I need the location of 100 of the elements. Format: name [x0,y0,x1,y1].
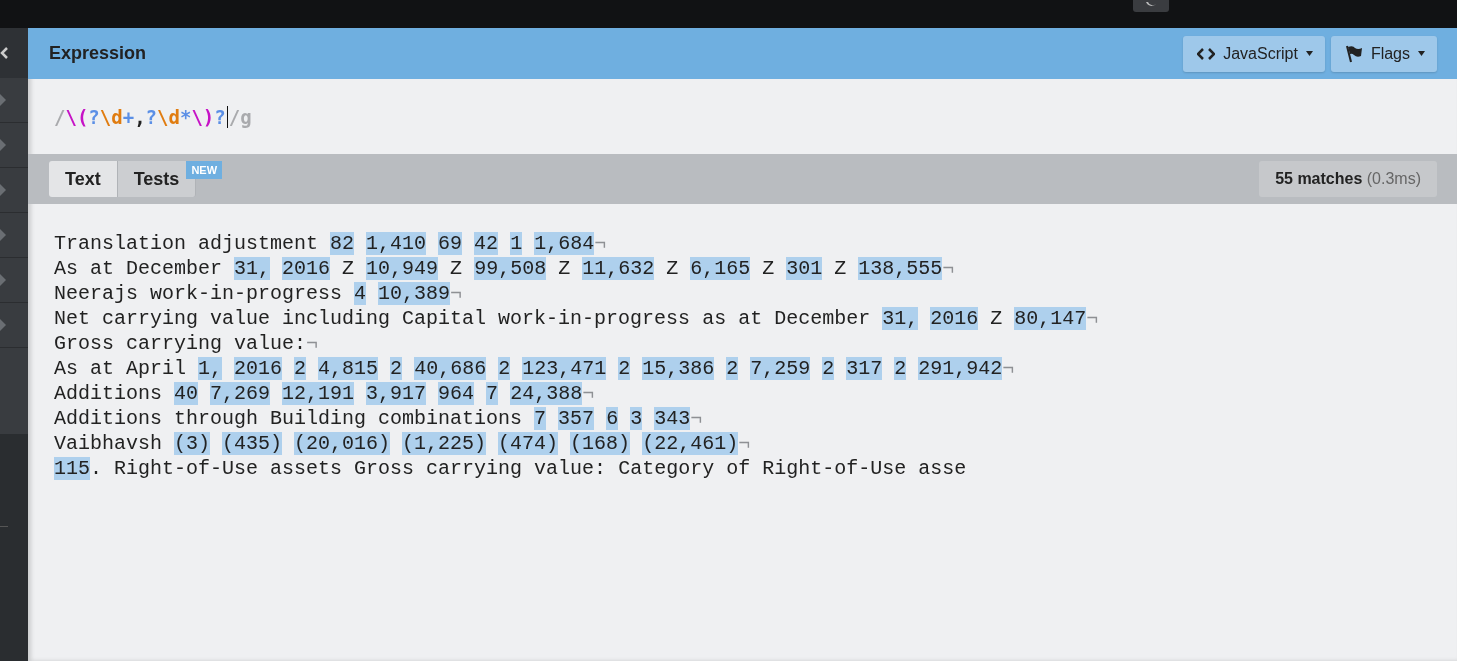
match-highlight: 1 [510,232,523,255]
match-highlight: 2 [618,357,631,380]
match-highlight: 301 [786,257,823,280]
new-badge: NEW [186,161,223,179]
match-highlight: 10,389 [378,282,451,305]
match-highlight: 1,410 [366,232,427,255]
match-highlight: 7,269 [210,382,271,405]
flags-dropdown[interactable]: Flags [1330,35,1437,72]
match-highlight: 138,555 [858,257,943,280]
line-end-mark: ¬ [582,382,595,405]
arrow-icon [0,139,6,151]
match-highlight: 31, [234,257,271,280]
match-highlight: 2016 [282,257,331,280]
arrow-icon [0,274,6,286]
line-end-mark: ¬ [594,232,607,255]
match-highlight: 115 [54,457,90,480]
match-highlight: 317 [846,357,883,380]
match-highlight: 7 [534,407,547,430]
match-highlight: 69 [438,232,463,255]
match-highlight: 357 [558,407,595,430]
line-end-mark: ¬ [942,257,955,280]
arrow-icon [0,94,6,106]
match-highlight: 2 [294,357,307,380]
text-span: Vaibhavsh [54,432,163,455]
collapse-button[interactable] [0,28,28,78]
text-span: Z [834,257,847,280]
match-highlight: 964 [438,382,475,405]
match-highlight: (435) [222,432,283,455]
code-icon [1197,47,1216,60]
match-highlight: 40,686 [414,357,487,380]
arrow-icon [0,184,6,196]
match-highlight: 2 [498,357,511,380]
match-highlight: (168) [570,432,631,455]
match-highlight: 42 [474,232,499,255]
text-span: Gross carrying value: [54,332,307,355]
text-span: As at December [54,257,223,280]
match-highlight: 80,147 [1014,307,1087,330]
match-highlight: (1,225) [402,432,487,455]
match-highlight: 10,949 [366,257,439,280]
match-highlight: 2 [822,357,835,380]
text-span: Net carrying value including Capital work-in-progress as at December [54,307,871,330]
match-highlight: 3,917 [366,382,427,405]
line-end-mark: ¬ [738,432,751,455]
text-span: Z [990,307,1003,330]
match-highlight: 2016 [930,307,979,330]
match-highlight: 31, [882,307,919,330]
text-span: . [90,457,103,480]
text-span: Z [342,257,355,280]
tab[interactable]: Text [49,161,118,197]
text-span: Z [762,257,775,280]
flag-icon [1344,44,1363,63]
expression-field[interactable]: /\(?\d+,?\d*\)?/g [28,79,1457,154]
match-highlight: 7,259 [750,357,811,380]
match-highlight: 1,684 [534,232,595,255]
match-highlight: 343 [654,407,691,430]
match-highlight: 123,471 [522,357,607,380]
caret-icon [1305,51,1313,56]
text-span: Additions through Building combinations [54,407,523,430]
match-highlight: 4,815 [318,357,379,380]
text-span: Additions [54,382,163,405]
match-highlight: 2 [390,357,403,380]
arrow-icon [0,319,6,331]
line-end-mark: ¬ [1002,357,1015,380]
language-dropdown[interactable]: JavaScript [1183,35,1325,72]
line-end-mark: ¬ [450,282,463,305]
arrow-icon [0,229,6,241]
text-span: Translation adjustment [54,232,319,255]
match-highlight: 12,191 [282,382,355,405]
match-highlight: 82 [330,232,355,255]
match-highlight: 24,388 [510,382,583,405]
match-highlight: 6,165 [690,257,751,280]
caret-icon [1418,51,1425,56]
text-span: Right-of-Use assets Gross carrying value: Category of Right-of-Use asse [114,457,967,480]
line-end-mark: ¬ [690,407,703,430]
match-highlight: 3 [630,407,643,430]
match-highlight: (474) [498,432,559,455]
text-span: Z [666,257,679,280]
match-highlight: 291,942 [918,357,1003,380]
line-end-mark: ¬ [306,332,319,355]
match-highlight: (22,461) [642,432,739,455]
chevron-left-icon [0,47,8,59]
theme-toggle-button[interactable] [1133,0,1169,12]
match-highlight: 6 [606,407,619,430]
match-highlight: (3) [174,432,211,455]
match-highlight: 2 [726,357,739,380]
match-highlight: 2 [894,357,907,380]
match-highlight: 4 [354,282,367,305]
match-highlight: 7 [486,382,499,405]
text-span: Z [450,257,463,280]
match-highlight: (20,016) [294,432,391,455]
text-span: As at April [54,357,187,380]
match-highlight: 99,508 [474,257,547,280]
match-highlight: 1, [198,357,223,380]
line-end-mark: ¬ [1086,307,1099,330]
text-span: Z [558,257,571,280]
text-span: Neerajs work-in-progress [54,282,343,305]
panel-title: Expression [49,43,147,64]
match-highlight: 15,386 [642,357,715,380]
match-highlight: 11,632 [582,257,655,280]
match-highlight: 40 [174,382,199,405]
